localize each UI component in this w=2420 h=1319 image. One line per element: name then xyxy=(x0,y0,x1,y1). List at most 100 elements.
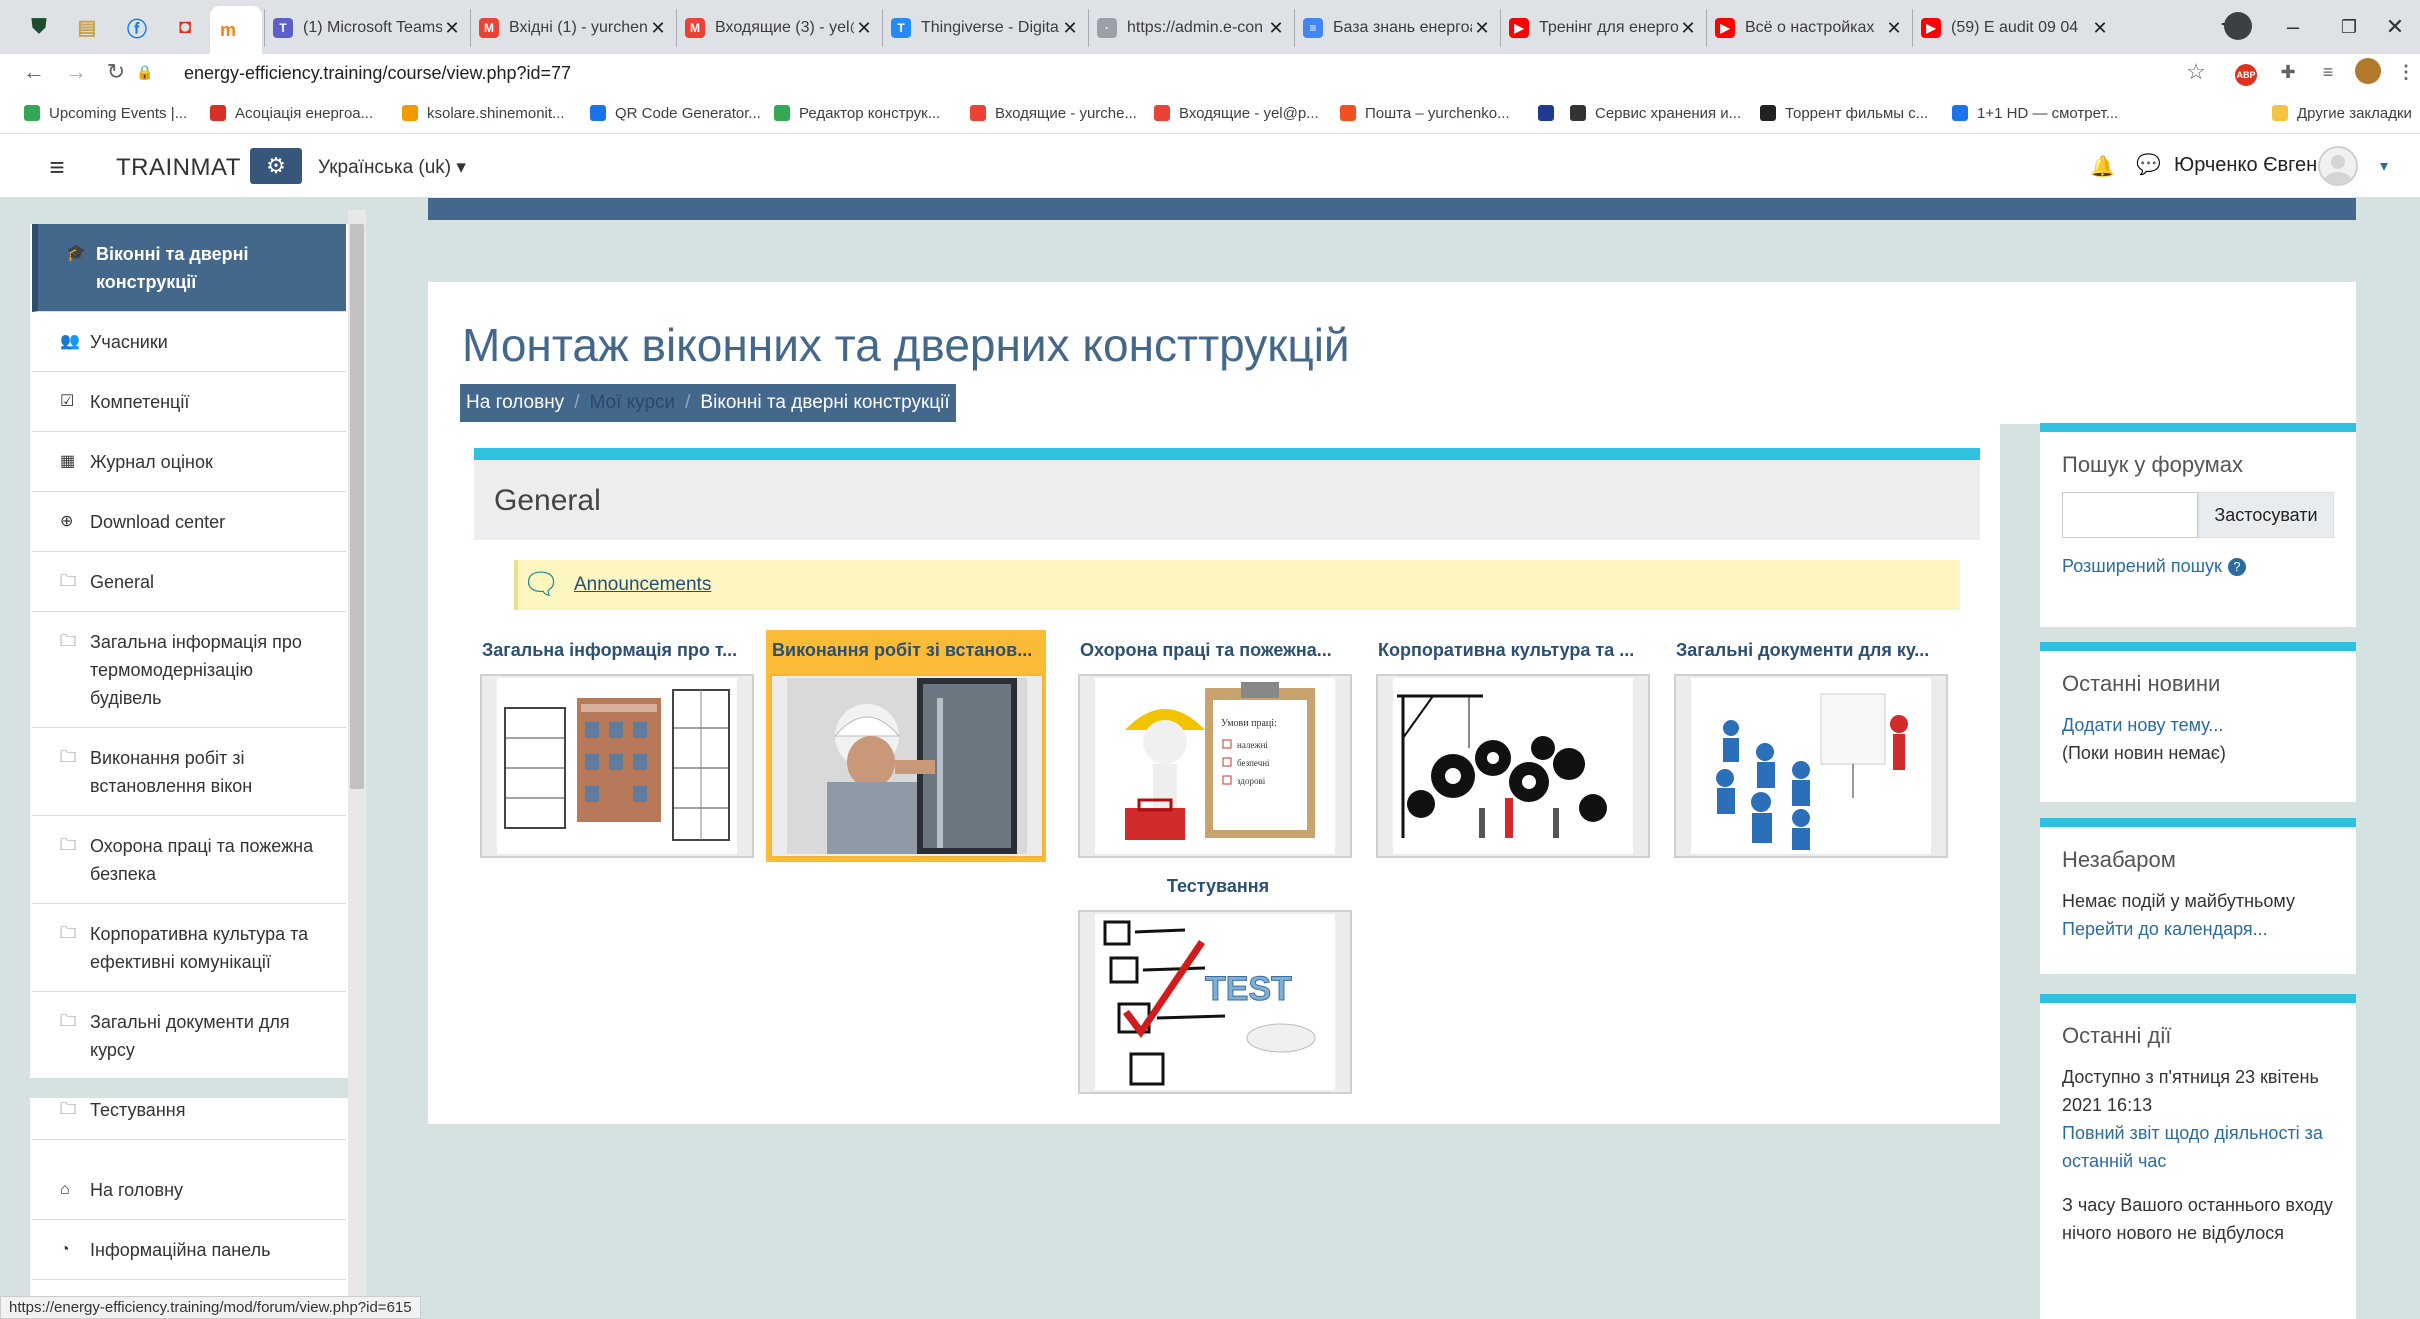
drawer-item[interactable]: 🗀 General xyxy=(32,552,346,612)
help-icon[interactable]: ? xyxy=(2227,558,2246,577)
tab-close-icon[interactable]: ✕ xyxy=(1884,18,1904,39)
tab-close-icon[interactable]: ✕ xyxy=(1472,18,1492,39)
bookmark-item[interactable]: Асоціація енергоа... xyxy=(210,102,373,124)
tile-general-documents[interactable]: Загальні документи для ку... xyxy=(1674,640,1954,858)
tile-corporate-culture[interactable]: Корпоративна культура та ... xyxy=(1376,640,1656,858)
reading-list-icon[interactable]: ≡ xyxy=(2314,58,2342,86)
restore-button[interactable]: ❐ xyxy=(2326,10,2372,44)
lock-icon[interactable]: 🔒 xyxy=(136,56,153,88)
breadcrumb-my-courses[interactable]: Мої курси xyxy=(589,392,675,414)
pinned-tab-icon[interactable]: ▤ xyxy=(72,12,102,42)
tab-close-icon[interactable]: ✕ xyxy=(1060,18,1080,39)
settings-cog-icon[interactable]: ⚙ xyxy=(250,148,302,184)
back-button[interactable]: ← xyxy=(18,56,50,88)
drawer-item[interactable]: 👥 Учасники xyxy=(32,312,346,372)
avatar[interactable] xyxy=(2318,146,2358,186)
forward-button[interactable]: → xyxy=(60,56,92,88)
browser-tab[interactable]: ≡ База знань енергоа ✕ xyxy=(1294,9,1500,47)
browser-tab[interactable]: T (1) Microsoft Teams ✕ xyxy=(264,9,470,47)
full-report-link[interactable]: Повний звіт щодо діяльності за останній … xyxy=(2062,1119,2334,1175)
drawer-item[interactable]: ⊕ Download center xyxy=(32,492,346,552)
bookmark-item[interactable]: Upcoming Events |... xyxy=(24,102,187,124)
bookmarks-bar: Upcoming Events |... Асоціація енергоа...… xyxy=(0,90,2420,134)
block-latest-news: Останні новини Додати нову тему... (Поки… xyxy=(2040,642,2356,802)
tile-labor-safety[interactable]: Охорона праці та пожежна... Умови праці:… xyxy=(1078,640,1358,858)
drawer-item[interactable]: 🗀 Виконання робіт зі встановлення вікон xyxy=(32,728,346,816)
apply-button[interactable]: Застосувати xyxy=(2198,492,2334,538)
drawer-item[interactable]: ◔ Інформаційна панель xyxy=(32,1220,346,1280)
address-bar[interactable]: energy-efficiency.training/course/view.p… xyxy=(184,60,571,86)
tile-window-installation[interactable]: Виконання робіт зі встанов... xyxy=(766,630,1046,862)
breadcrumb-home[interactable]: На головну xyxy=(466,392,564,414)
bookmark-item[interactable] xyxy=(1538,102,1563,124)
drawer-item[interactable]: ⌂ На головну xyxy=(32,1160,346,1220)
drawer-item[interactable]: ☑ Компетенції xyxy=(32,372,346,432)
browser-tab[interactable]: ▶ Всё о настройках ✕ xyxy=(1706,9,1912,47)
bookmark-item[interactable]: Редактор конструк... xyxy=(774,102,940,124)
bookmark-favicon-icon xyxy=(970,105,986,121)
other-bookmarks[interactable]: Другие закладки xyxy=(2272,102,2412,124)
calendar-link[interactable]: Перейти до календаря... xyxy=(2062,915,2334,943)
bookmark-item[interactable]: ksolare.shinemonit... xyxy=(402,102,565,124)
user-menu-caret-icon[interactable]: ▾ xyxy=(2380,156,2388,176)
drawer-item[interactable]: 🗀 Загальні документи для курсу xyxy=(32,992,346,1080)
bookmark-item[interactable]: Входящие - yurche... xyxy=(970,102,1137,124)
shield-extension-icon[interactable]: ⛊ xyxy=(24,12,54,42)
tile-testing[interactable]: Тестування TEST xyxy=(1078,876,1358,1094)
browser-tab[interactable]: T Thingiverse - Digital ✕ xyxy=(882,9,1088,47)
browser-tab[interactable]: M Входящие (3) - yel@p✕ xyxy=(676,9,882,47)
browser-tab[interactable]: ▶ (59) E audit 09 04 ✕ xyxy=(1912,9,2118,47)
browser-tab[interactable]: M Вхідні (1) - yurchenko✕ xyxy=(470,9,676,47)
close-window-button[interactable]: ✕ xyxy=(2372,10,2418,44)
site-brand[interactable]: TRAINMAT xyxy=(116,154,241,182)
dashboard-icon: ◔ xyxy=(60,1241,70,1258)
add-topic-link[interactable]: Додати нову тему... xyxy=(2062,711,2334,739)
bookmark-star-icon[interactable]: ☆ xyxy=(2182,58,2210,86)
bookmark-item[interactable]: QR Code Generator... xyxy=(590,102,761,124)
drawer-item[interactable]: 🗀 Загальна інформація про термомодернізац… xyxy=(32,612,346,728)
language-selector[interactable]: Українська (uk) ▾ xyxy=(318,156,466,179)
tab-favicon-icon: ≡ xyxy=(1303,18,1323,38)
advanced-search-link[interactable]: Розширений пошук? xyxy=(2062,552,2334,580)
drawer-item[interactable]: 🗀 Охорона праці та пожежна безпека xyxy=(32,816,346,904)
tile-general-info[interactable]: Загальна інформація про т... xyxy=(480,640,760,858)
bookmark-item[interactable]: Пошта – yurchenko... xyxy=(1340,102,1510,124)
messages-chat-icon[interactable]: 💬 xyxy=(2136,152,2161,177)
breadcrumb-course[interactable]: Віконні та дверні конструкції xyxy=(700,392,949,414)
minimize-button[interactable]: – xyxy=(2270,10,2316,44)
reload-button[interactable]: ↻ xyxy=(100,56,132,88)
chrome-menu-circle-icon[interactable] xyxy=(2224,12,2252,40)
profile-avatar-icon[interactable] xyxy=(2355,58,2381,84)
bookmark-item[interactable]: Сервис хранения и... xyxy=(1570,102,1741,124)
browser-tab[interactable]: ▶ Тренінг для енергоа ✕ xyxy=(1500,9,1706,47)
announcements-row[interactable]: 🗨 Announcements xyxy=(514,560,1960,610)
block-title: Останні новини xyxy=(2062,671,2221,696)
tab-close-icon[interactable]: ✕ xyxy=(1266,18,1286,39)
browser-menu-icon[interactable]: ⋮ xyxy=(2392,58,2420,86)
extensions-icon[interactable]: ✚ xyxy=(2274,58,2302,86)
drawer-item[interactable]: 🎓 Віконні та дверні конструкції xyxy=(32,224,346,312)
bookmark-item[interactable]: Входящие - yel@p... xyxy=(1154,102,1319,124)
adblock-icon[interactable]: ABP xyxy=(2235,64,2257,86)
tab-active-moodle[interactable]: m xyxy=(210,6,262,54)
drawer-scrollbar-thumb[interactable] xyxy=(350,224,364,789)
announcements-link[interactable]: Announcements xyxy=(574,574,711,596)
drawer-item[interactable]: 🗀 Тестування xyxy=(32,1080,346,1140)
drawer-item[interactable]: ▦ Журнал оцінок xyxy=(32,432,346,492)
bookmark-item[interactable]: Торрент фильмы с... xyxy=(1760,102,1928,124)
tab-close-icon[interactable]: ✕ xyxy=(648,18,668,39)
user-name[interactable]: Юрченко Євген xyxy=(2174,154,2317,177)
hamburger-menu-icon[interactable]: ≡ xyxy=(40,152,74,182)
facebook-icon[interactable]: ⓕ xyxy=(122,12,152,42)
forum-search-input[interactable] xyxy=(2062,492,2198,538)
tab-close-icon[interactable]: ✕ xyxy=(1678,18,1698,39)
tab-close-icon[interactable]: ✕ xyxy=(442,18,462,39)
drawer-item[interactable]: 🗀 Корпоративна культура та ефективні кому… xyxy=(32,904,346,992)
browser-tab[interactable]: · https://admin.e-con ✕ xyxy=(1088,9,1294,47)
bookmark-item[interactable]: 1+1 HD — смотрет... xyxy=(1952,102,2118,124)
tab-close-icon[interactable]: ✕ xyxy=(2090,18,2110,39)
tab-close-icon[interactable]: ✕ xyxy=(854,18,874,39)
notifications-bell-icon[interactable]: 🔔 xyxy=(2090,154,2115,179)
bookmark-label: Редактор конструк... xyxy=(799,104,941,122)
office-icon[interactable]: ◘ xyxy=(170,12,200,42)
